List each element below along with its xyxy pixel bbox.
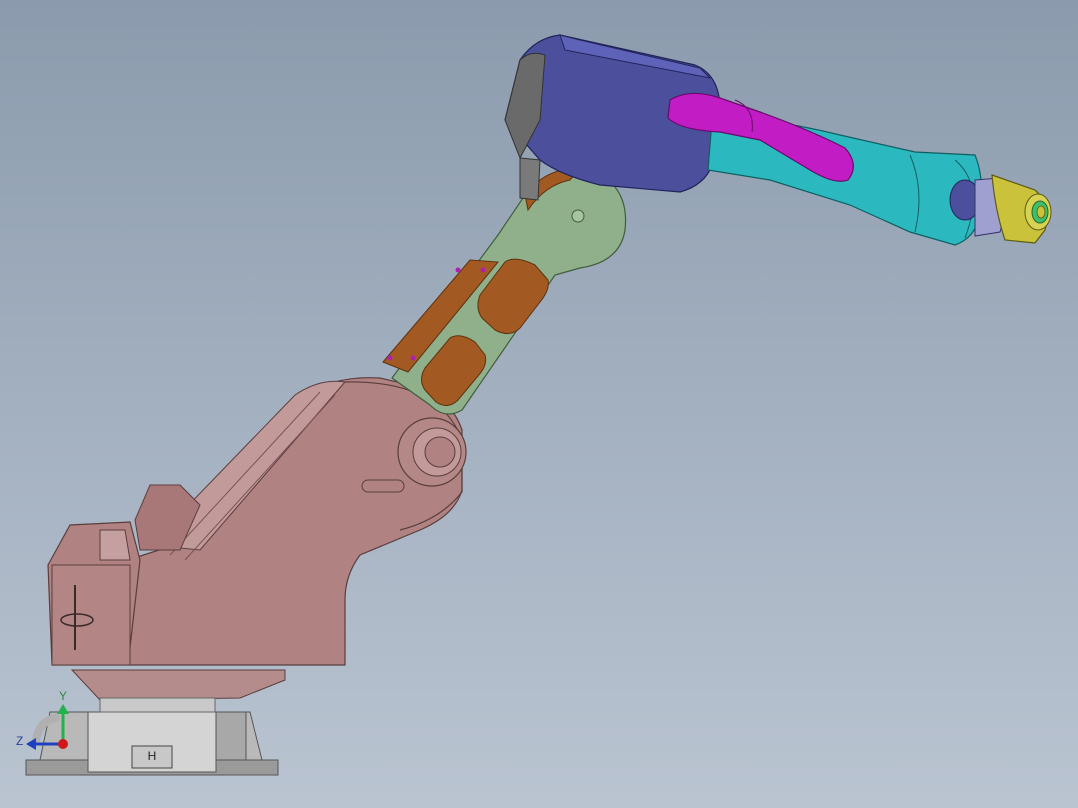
x-axis-origin xyxy=(58,739,68,749)
shoulder-housing[interactable] xyxy=(47,377,467,666)
robot-arm-model[interactable]: H Y Z xyxy=(0,0,1078,808)
lower-arm-link[interactable] xyxy=(382,167,627,415)
cad-viewport[interactable]: H Y Z xyxy=(0,0,1078,808)
turret-ring[interactable] xyxy=(70,669,286,713)
tool-flange[interactable] xyxy=(991,174,1052,244)
base-plate-label: H xyxy=(148,749,157,763)
y-axis-label: Y xyxy=(59,689,67,703)
z-axis-label: Z xyxy=(16,734,23,748)
